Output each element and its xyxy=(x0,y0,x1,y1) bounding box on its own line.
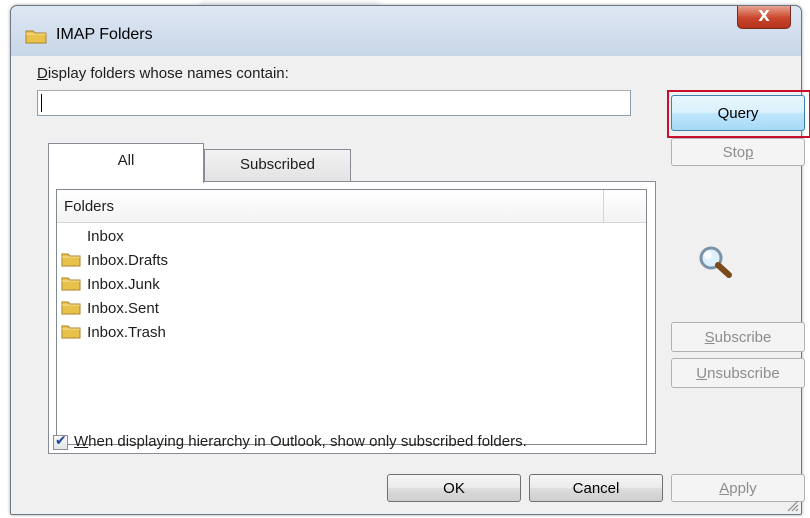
query-highlight-box xyxy=(667,90,810,138)
unsubscribe-button[interactable]: Unsubscribe xyxy=(671,358,805,388)
list-header: Folders xyxy=(57,190,646,223)
folder-list[interactable]: Folders Inbox Inbox.Drafts Inbox.Junk In… xyxy=(56,189,647,445)
imap-folders-dialog: IMAP Folders X Display folders whose nam… xyxy=(10,5,810,515)
column-divider[interactable] xyxy=(603,190,604,222)
column-header-folders[interactable]: Folders xyxy=(64,198,114,215)
folder-name: Inbox.Sent xyxy=(87,300,159,317)
list-item[interactable]: Inbox.Drafts xyxy=(61,249,168,273)
cancel-button[interactable]: Cancel xyxy=(529,474,663,502)
search-input[interactable] xyxy=(37,90,631,116)
list-item[interactable]: Inbox xyxy=(87,225,124,249)
subscribed-only-checkbox[interactable]: ✔ xyxy=(53,433,68,450)
stop-button[interactable]: Stop xyxy=(671,138,805,166)
folder-name: Inbox xyxy=(87,228,124,245)
subscribe-button[interactable]: Subscribe xyxy=(671,322,805,352)
magnifier-icon xyxy=(699,246,732,278)
list-item[interactable]: Inbox.Trash xyxy=(61,321,166,345)
folder-icon xyxy=(61,325,81,339)
close-button[interactable]: X xyxy=(737,6,791,29)
folder-icon xyxy=(25,30,47,44)
dialog-client: Display folders whose names contain: Que… xyxy=(21,56,810,504)
title-bar[interactable]: IMAP Folders X xyxy=(11,6,801,56)
window-title: IMAP Folders xyxy=(56,26,153,43)
folder-name: Inbox.Drafts xyxy=(87,252,169,269)
resize-grip-icon[interactable] xyxy=(785,498,799,512)
list-item[interactable]: Inbox.Sent xyxy=(61,297,159,321)
folder-icon xyxy=(61,253,81,267)
folder-icon xyxy=(61,301,81,315)
folder-name: Inbox.Trash xyxy=(87,324,166,341)
close-icon: X xyxy=(758,7,770,25)
subscribed-only-label[interactable]: When displaying hierarchy in Outlook, sh… xyxy=(74,433,527,450)
list-item[interactable]: Inbox.Junk xyxy=(61,273,160,297)
text-caret xyxy=(41,94,42,112)
tab-all[interactable]: All xyxy=(48,143,204,183)
folder-icon xyxy=(61,277,81,291)
ok-button[interactable]: OK xyxy=(387,474,521,502)
search-label: Display folders whose names contain: xyxy=(37,65,289,82)
checkmark-icon: ✔ xyxy=(55,433,67,449)
folder-name: Inbox.Junk xyxy=(87,276,160,293)
tab-subscribed[interactable]: Subscribed xyxy=(204,149,351,181)
tab-panel: Folders Inbox Inbox.Drafts Inbox.Junk In… xyxy=(48,181,656,454)
